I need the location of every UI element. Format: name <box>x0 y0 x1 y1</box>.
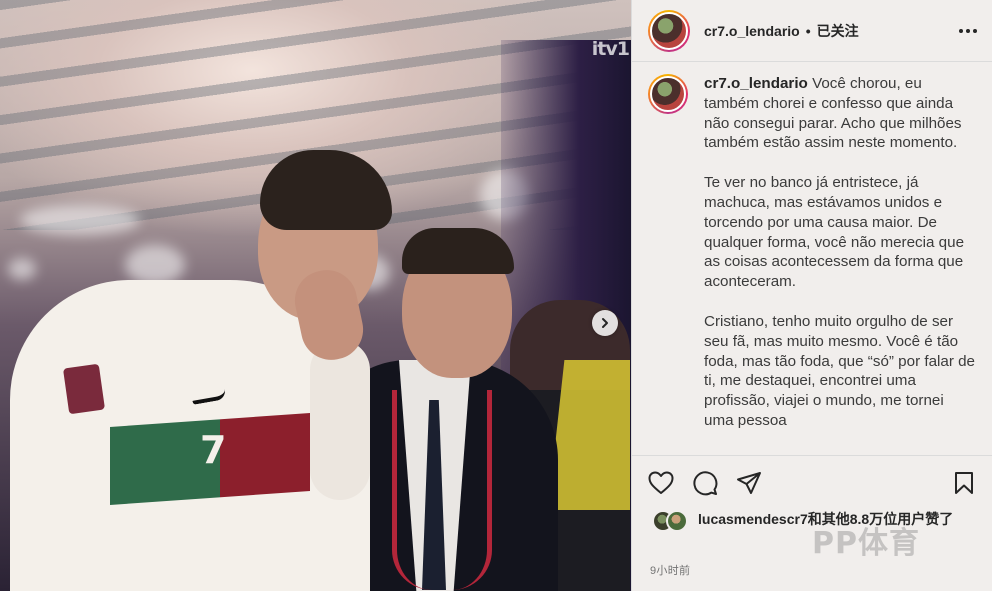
liker-avatars[interactable] <box>652 510 692 532</box>
more-options-icon <box>959 29 977 33</box>
bookmark-icon <box>955 472 973 494</box>
official-hair <box>402 228 514 274</box>
caption-paragraph: cr7.o_lendario Você chorou, eu também ch… <box>704 75 962 152</box>
follow-button[interactable]: 已关注 <box>817 21 859 41</box>
caption-paragraph: Te ver no banco já entristece, já machuc… <box>704 174 965 291</box>
like-button[interactable] <box>648 470 674 496</box>
broadcast-logo: itv1 <box>591 38 630 60</box>
post-timestamp[interactable]: 9小时前 <box>650 562 690 578</box>
author-username[interactable]: cr7.o_lendario <box>704 23 800 39</box>
caption-paragraph: Cristiano, tenho muito orgulho de ser se… <box>704 312 976 429</box>
world-cup-badge <box>62 363 106 415</box>
post-details-panel: cr7.o_lendario • 已关注 cr7.o_lendario Você… <box>631 0 992 591</box>
caption-text: cr7.o_lendario Você chorou, eu também ch… <box>704 74 976 455</box>
post-image[interactable]: itv1 7 <box>0 0 631 591</box>
separator-dot: • <box>805 22 811 39</box>
caption-username[interactable]: cr7.o_lendario <box>704 75 808 92</box>
player-arm <box>310 340 370 500</box>
heart-icon <box>648 471 674 494</box>
caption-avatar[interactable] <box>648 74 688 114</box>
share-button[interactable] <box>736 470 762 496</box>
author-avatar[interactable] <box>648 9 690 52</box>
player-shirt-number: 7 <box>200 428 227 472</box>
official-lanyard <box>392 390 492 590</box>
site-watermark: PP体育 <box>812 526 920 561</box>
liker-username[interactable]: lucasmendescr7 <box>698 511 808 527</box>
next-media-button[interactable] <box>592 310 618 336</box>
caption-section: cr7.o_lendario Você chorou, eu também ch… <box>632 62 992 455</box>
share-icon <box>737 472 761 494</box>
post-modal: itv1 7 cr7.o_lendario • 已关注 cr7.o_lendar… <box>0 0 992 591</box>
save-button[interactable] <box>951 470 977 496</box>
chevron-right-icon <box>602 318 608 328</box>
comment-icon <box>693 471 718 496</box>
comment-button[interactable] <box>692 470 718 496</box>
post-header: cr7.o_lendario • 已关注 <box>632 0 992 62</box>
more-options-button[interactable] <box>958 18 978 39</box>
action-buttons <box>632 456 992 496</box>
